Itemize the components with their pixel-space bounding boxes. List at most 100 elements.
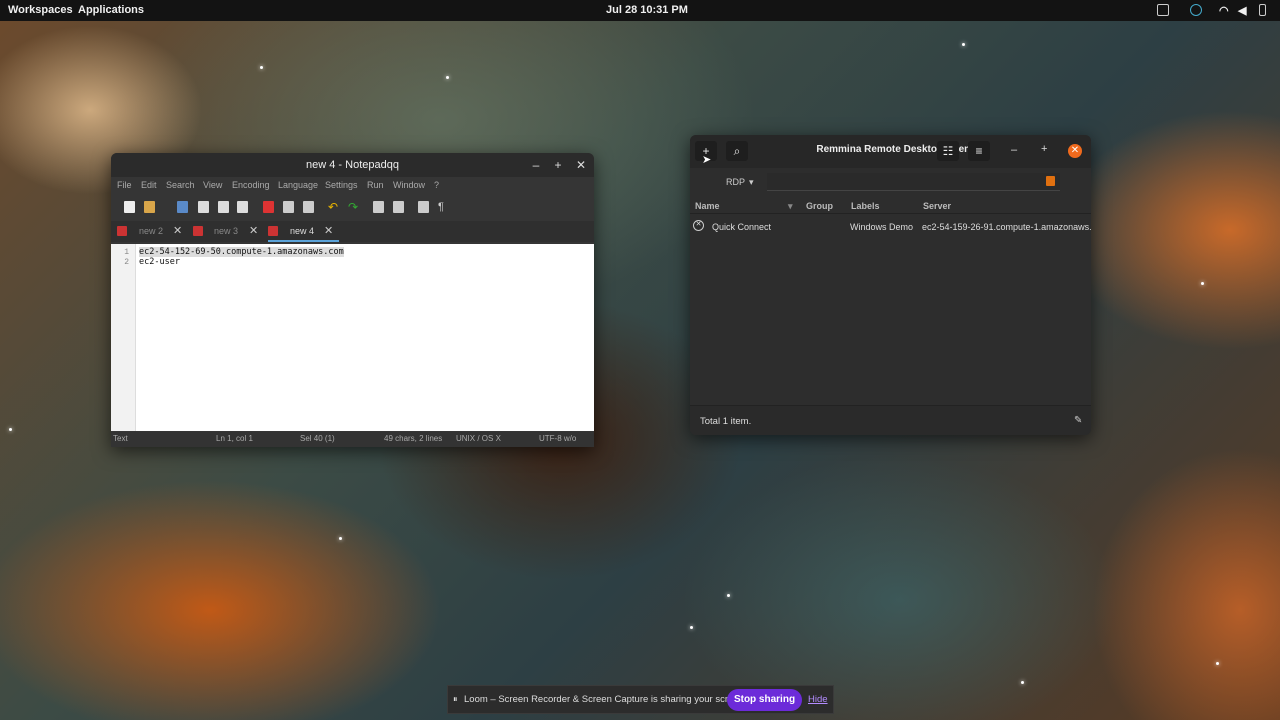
close-all-icon[interactable] [237,201,248,213]
encoding[interactable]: UTF-8 w/o [539,434,576,443]
notifications-icon[interactable] [1157,4,1169,16]
plug-icon[interactable]: ✎ [1074,415,1082,426]
code-line[interactable]: ec2-user [139,257,180,267]
close-tab-icon[interactable]: ✕ [173,221,182,242]
minimize-button[interactable]: – [1011,144,1017,156]
menu-edit[interactable]: Edit [141,180,157,190]
status-bar: Text Ln 1, col 1 Sel 40 (1) 49 chars, 2 … [111,432,594,447]
word-wrap-icon[interactable] [418,201,429,213]
quick-connect-icon: ✕ [693,220,704,231]
column-headers: Name ▾ Group Labels Server [690,198,1091,214]
star [1216,662,1219,665]
language-mode[interactable]: Text [113,434,128,443]
zoom-out-icon[interactable] [393,201,404,213]
line-gutter: 1 2 [111,244,136,431]
close-tab-icon[interactable]: ✕ [324,221,333,242]
maximize-button[interactable]: + [551,158,565,172]
line-number: 1 [124,248,129,257]
row-server: ec2-54-159-26-91.compute-1.amazonaws.co [922,222,1091,232]
star [260,66,263,69]
menu-encoding[interactable]: Encoding [232,180,270,190]
menu-bar: File Edit Search View Encoding Language … [111,177,594,195]
new-file-icon[interactable] [124,201,135,213]
star [339,537,342,540]
tab-new-2[interactable]: new 2 ✕ [117,221,191,242]
tab-new-3[interactable]: new 3 ✕ [193,221,267,242]
cut-icon[interactable] [263,201,274,213]
column-group[interactable]: Group [806,201,833,211]
menu-language[interactable]: Language [278,180,318,190]
line-number: 2 [124,258,129,267]
column-labels[interactable]: Labels [851,201,880,211]
column-name[interactable]: Name [695,201,720,211]
menu-file[interactable]: File [117,180,132,190]
main-menu-button[interactable]: ≡ [968,141,990,161]
file-icon [193,226,203,236]
document-length: 49 chars, 2 lines [384,434,443,443]
star [9,428,12,431]
row-name[interactable]: Quick Connect [712,222,771,232]
copy-icon[interactable] [283,201,294,213]
menu-help[interactable]: ? [434,180,439,190]
save-icon[interactable] [177,201,188,213]
sync-icon[interactable] [1190,4,1202,16]
paste-icon[interactable] [303,201,314,213]
close-tab-icon[interactable]: ✕ [249,221,258,242]
connect-icon[interactable] [1046,176,1055,186]
volume-icon[interactable]: ◀ [1238,4,1246,17]
header-bar: + ⌕ Remmina Remote Desktop Client ☷ ≡ – … [690,135,1091,168]
menu-view[interactable]: View [203,180,222,190]
close-file-icon[interactable] [218,201,229,213]
menu-window[interactable]: Window [393,180,425,190]
maximize-button[interactable]: + [1041,143,1047,155]
protocol-select[interactable]: RDP ▾ [718,171,764,193]
redo-icon[interactable]: ↷ [348,201,359,213]
menu-search[interactable]: Search [166,180,195,190]
wifi-icon[interactable]: ◠ [1219,4,1229,17]
line-ending[interactable]: UNIX / OS X [456,434,501,443]
menu-run[interactable]: Run [367,180,384,190]
column-server[interactable]: Server [923,201,951,211]
workspaces-menu[interactable]: Workspaces [8,4,73,16]
tab-bar: new 2 ✕ new 3 ✕ new 4 ✕ [111,221,594,242]
pause-icon[interactable]: ⏸ [453,694,458,705]
battery-icon[interactable] [1259,4,1266,16]
zoom-in-icon[interactable] [373,201,384,213]
view-toggle-button[interactable]: ☷ [937,141,959,161]
footer-bar: Total 1 item. ✎ [690,405,1091,435]
tab-new-4[interactable]: new 4 ✕ [268,221,339,242]
sort-icon[interactable]: ▾ [788,201,793,212]
star [690,626,693,629]
star [962,43,965,46]
file-icon [117,226,127,236]
menu-settings[interactable]: Settings [325,180,358,190]
star [727,594,730,597]
undo-icon[interactable]: ↶ [328,201,339,213]
close-button[interactable]: ✕ [574,158,588,172]
quick-connect-input[interactable] [767,173,1060,191]
star [1201,282,1204,285]
minimize-button[interactable]: – [529,158,543,172]
item-count: Total 1 item. [700,416,752,427]
show-all-chars-icon[interactable]: ¶ [438,201,449,213]
sharing-message: Loom – Screen Recorder & Screen Capture … [464,694,747,705]
toolbar: ↶ ↷ ¶ [111,197,594,219]
open-file-icon[interactable] [144,201,155,213]
hide-link[interactable]: Hide [808,694,828,705]
code-line[interactable]: ec2-54-152-69-50.compute-1.amazonaws.com [139,247,344,257]
file-icon [268,226,278,236]
stop-sharing-button[interactable]: Stop sharing [727,689,802,711]
applications-menu[interactable]: Applications [78,4,144,16]
notepadqq-window: new 4 - Notepadqq – + ✕ File Edit Search… [111,153,594,447]
text-editor[interactable]: 1 2 ec2-54-152-69-50.compute-1.amazonaws… [111,244,594,431]
window-title[interactable]: new 4 - Notepadqq [111,153,594,177]
close-button[interactable]: ✕ [1068,144,1082,158]
search-button[interactable]: ⌕ [726,141,748,161]
cursor-position: Ln 1, col 1 [216,434,253,443]
save-all-icon[interactable] [198,201,209,213]
open-dropdown-icon[interactable] [163,201,169,213]
clock[interactable]: Jul 28 10:31 PM [606,4,688,16]
star [446,76,449,79]
row-labels: Windows Demo [850,222,914,232]
chevron-down-icon: ▾ [749,177,754,187]
